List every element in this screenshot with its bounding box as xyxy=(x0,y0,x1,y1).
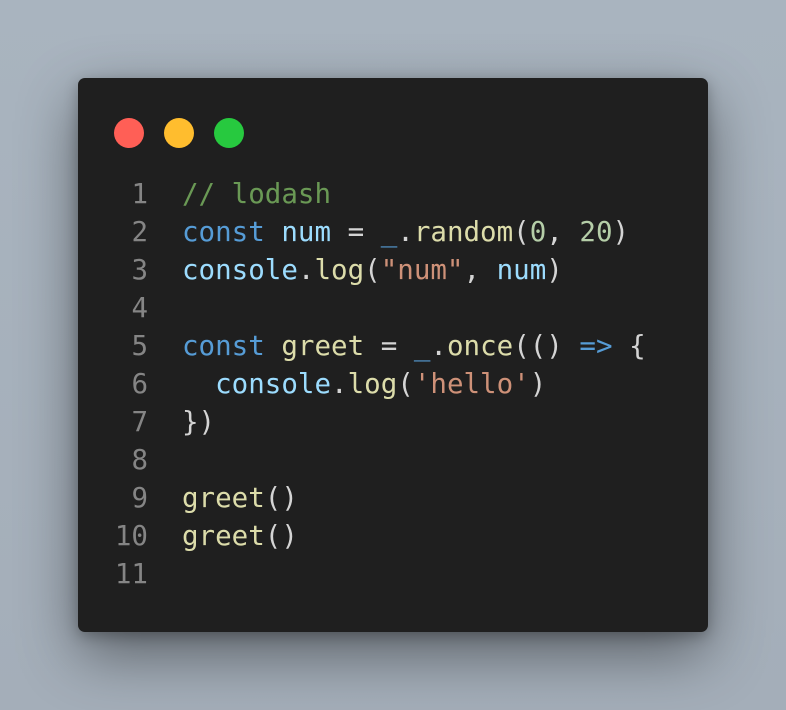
line-number: 8 xyxy=(131,444,148,476)
code-token-plain: ( xyxy=(513,216,530,248)
code-token-variable: num xyxy=(496,254,547,286)
line-code: const num = _.random(0, 20) xyxy=(148,213,629,251)
code-token-comment: // lodash xyxy=(182,178,332,210)
line-number: 7 xyxy=(131,406,148,438)
code-token-number: 0 xyxy=(529,216,547,248)
line-number: 11 xyxy=(114,558,148,590)
code-token-plain: { xyxy=(612,330,646,362)
code-token-number: 20 xyxy=(579,216,613,248)
line-code: greet() xyxy=(148,479,298,517)
line-number: 1 xyxy=(131,178,148,210)
code-token-keyword: const xyxy=(182,330,265,362)
line-number: 10 xyxy=(114,520,148,552)
code-token-plain: = xyxy=(331,216,381,248)
close-button[interactable] xyxy=(114,118,144,148)
code-token-keyword: const xyxy=(182,216,265,248)
code-token-plain: ) xyxy=(612,216,630,248)
code-token-plain: ( xyxy=(397,368,414,400)
minimize-button[interactable] xyxy=(164,118,194,148)
code-line: 2 const num = _.random(0, 20) xyxy=(78,213,708,251)
code-token-function: greet xyxy=(182,520,265,552)
code-token-variable: console xyxy=(182,254,298,286)
maximize-button[interactable] xyxy=(214,118,244,148)
code-token-plain: , xyxy=(463,254,497,286)
code-token-function: log xyxy=(347,368,398,400)
code-token-variable: console xyxy=(215,368,332,400)
code-token-plain: . xyxy=(331,368,348,400)
code-line: 7}) xyxy=(78,403,708,441)
code-token-function: random xyxy=(413,216,514,248)
code-token-plain: (() xyxy=(513,330,580,362)
code-line: 8 xyxy=(78,441,708,479)
code-token-function: log xyxy=(314,254,365,286)
code-token-plain: }) xyxy=(182,406,216,438)
line-number: 6 xyxy=(131,368,148,400)
code-token-plain: . xyxy=(397,216,414,248)
line-code: console.log('hello') xyxy=(148,365,546,403)
code-token-plain: . xyxy=(430,330,447,362)
line-number: 4 xyxy=(131,292,148,324)
code-editor[interactable]: 1// lodash 2 const num = _.random(0, 20) 3 c… xyxy=(78,175,708,593)
code-token-keyword: _ xyxy=(380,216,398,248)
code-line: 4 xyxy=(78,289,708,327)
code-line: 9 greet() xyxy=(78,479,708,517)
line-number: 9 xyxy=(131,482,148,514)
code-token-string: 'hello' xyxy=(413,368,530,400)
line-number: 5 xyxy=(131,330,148,362)
code-token-variable: num xyxy=(281,216,332,248)
code-token-function: greet xyxy=(281,330,365,362)
code-token-plain: . xyxy=(297,254,315,286)
code-window: 1// lodash 2 const num = _.random(0, 20) 3 c… xyxy=(78,78,708,632)
code-line: 11 xyxy=(78,555,708,593)
code-token-plain: ) xyxy=(529,368,547,400)
code-token-keyword: _ xyxy=(413,330,431,362)
code-token-string: "num" xyxy=(380,254,464,286)
line-number: 3 xyxy=(131,254,148,286)
line-code: // lodash xyxy=(148,175,331,213)
code-line: 10 greet() xyxy=(78,517,708,555)
line-number: 2 xyxy=(131,216,148,248)
window-controls xyxy=(114,118,244,148)
code-token-plain: ( xyxy=(364,254,381,286)
line-code: }) xyxy=(148,403,215,441)
code-line: 6 console.log('hello') xyxy=(78,365,708,403)
line-code: greet() xyxy=(148,517,298,555)
code-token-plain: () xyxy=(264,482,298,514)
code-token-function: greet xyxy=(182,482,265,514)
code-token-plain: ) xyxy=(546,254,563,286)
code-line: 1 // lodash xyxy=(78,175,708,213)
code-token-plain: , xyxy=(546,216,580,248)
line-code: console.log("num", num) xyxy=(148,251,563,289)
code-line: 3 console.log("num", num) xyxy=(78,251,708,289)
code-token-plain: = xyxy=(364,330,414,362)
line-code: const greet = _.once(() => { xyxy=(148,327,646,365)
code-token-keyword: => xyxy=(579,330,613,362)
code-token-function: once xyxy=(446,330,514,362)
code-token-plain: () xyxy=(264,520,298,552)
code-line: 5 const greet = _.once(() => { xyxy=(78,327,708,365)
